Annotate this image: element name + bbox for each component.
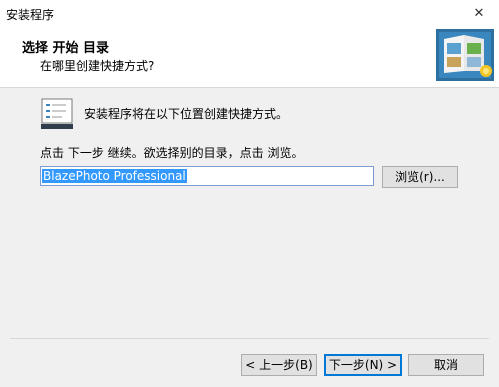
browse-button[interactable]: 浏览(r)... <box>382 166 458 188</box>
footer-divider <box>10 338 489 339</box>
intro-text: 安装程序将在以下位置创建快捷方式。 <box>84 107 289 121</box>
photo-album-logo-icon <box>436 29 494 81</box>
hint-text: 点击 下一步 继续。欲选择别的目录，点击 浏览。 <box>40 146 304 160</box>
cancel-button[interactable]: 取消 <box>408 354 484 376</box>
close-button[interactable]: ✕ <box>459 0 499 27</box>
title-bar: 安装程序 ✕ <box>0 0 499 28</box>
installer-icon <box>41 98 73 129</box>
start-menu-folder-input[interactable]: BlazePhoto Professional <box>40 166 374 186</box>
page-title: 选择 开始 目录 <box>22 41 110 56</box>
folder-value: BlazePhoto Professional <box>42 169 187 183</box>
next-button[interactable]: 下一步(N) > <box>324 354 402 376</box>
window-title: 安装程序 <box>6 8 55 22</box>
close-icon: ✕ <box>473 6 485 21</box>
back-button[interactable]: < 上一步(B) <box>241 354 317 376</box>
page-subtitle: 在哪里创建快捷方式? <box>40 59 155 73</box>
wizard-header: 选择 开始 目录 在哪里创建快捷方式? <box>0 27 499 88</box>
